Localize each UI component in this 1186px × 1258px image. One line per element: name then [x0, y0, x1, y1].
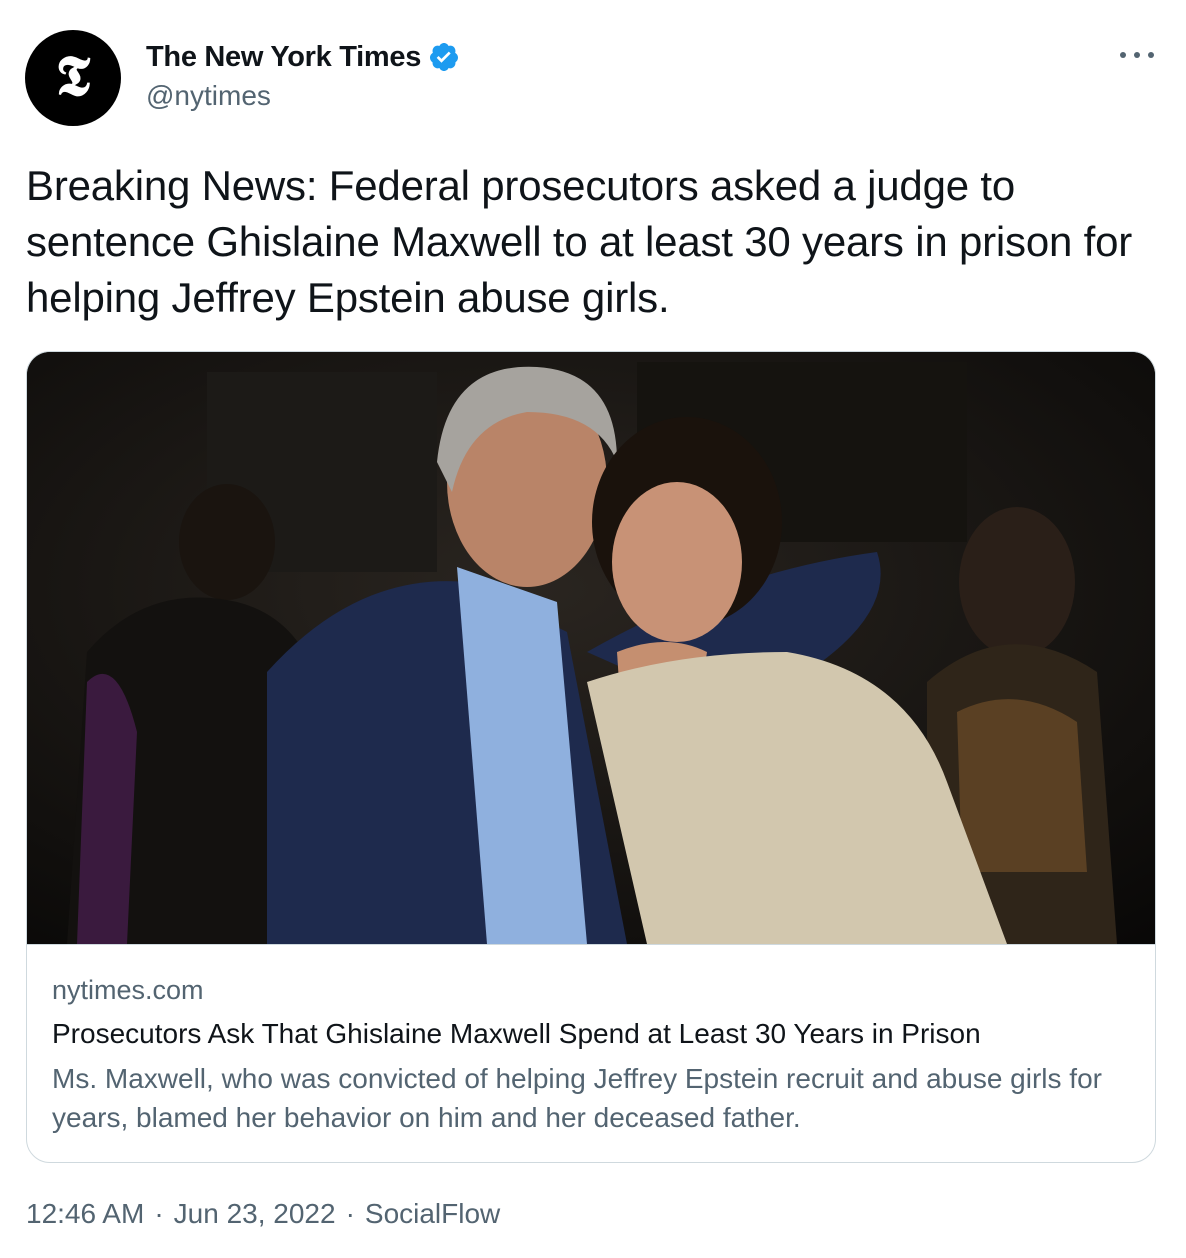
- tweet-date[interactable]: Jun 23, 2022: [174, 1198, 336, 1230]
- more-options-icon[interactable]: [1120, 42, 1154, 68]
- avatar[interactable]: 𝕿: [25, 30, 121, 126]
- card-domain: nytimes.com: [52, 975, 204, 1005]
- verified-badge-icon: [430, 43, 459, 71]
- card-photo: [27, 352, 1155, 944]
- author-display-name[interactable]: The New York Times: [146, 41, 421, 74]
- author-handle[interactable]: @nytimes: [146, 80, 271, 112]
- link-card[interactable]: nytimes.com Prosecutors Ask That Ghislai…: [26, 351, 1156, 1163]
- tweet-text: Breaking News: Federal prosecutors asked…: [26, 162, 1133, 321]
- card-info: nytimes.com Prosecutors Ask That Ghislai…: [27, 944, 1155, 1162]
- meta-separator: ·: [154, 1198, 164, 1229]
- tweet: 𝕿 The New York Times @nytimes Breaking N…: [0, 0, 1186, 1258]
- card-image[interactable]: [27, 352, 1155, 944]
- tweet-source[interactable]: SocialFlow: [365, 1198, 500, 1230]
- card-title: Prosecutors Ask That Ghislaine Maxwell S…: [52, 1018, 981, 1049]
- tweet-time[interactable]: 12:46 AM: [26, 1198, 144, 1230]
- card-description: Ms. Maxwell, who was convicted of helpin…: [52, 1063, 1102, 1133]
- tweet-meta: 12:46 AM · Jun 23, 2022 · SocialFlow: [26, 1198, 500, 1230]
- author-name-row: The New York Times: [146, 38, 460, 76]
- nyt-logo-icon: 𝕿: [55, 43, 91, 109]
- meta-separator: ·: [345, 1198, 355, 1229]
